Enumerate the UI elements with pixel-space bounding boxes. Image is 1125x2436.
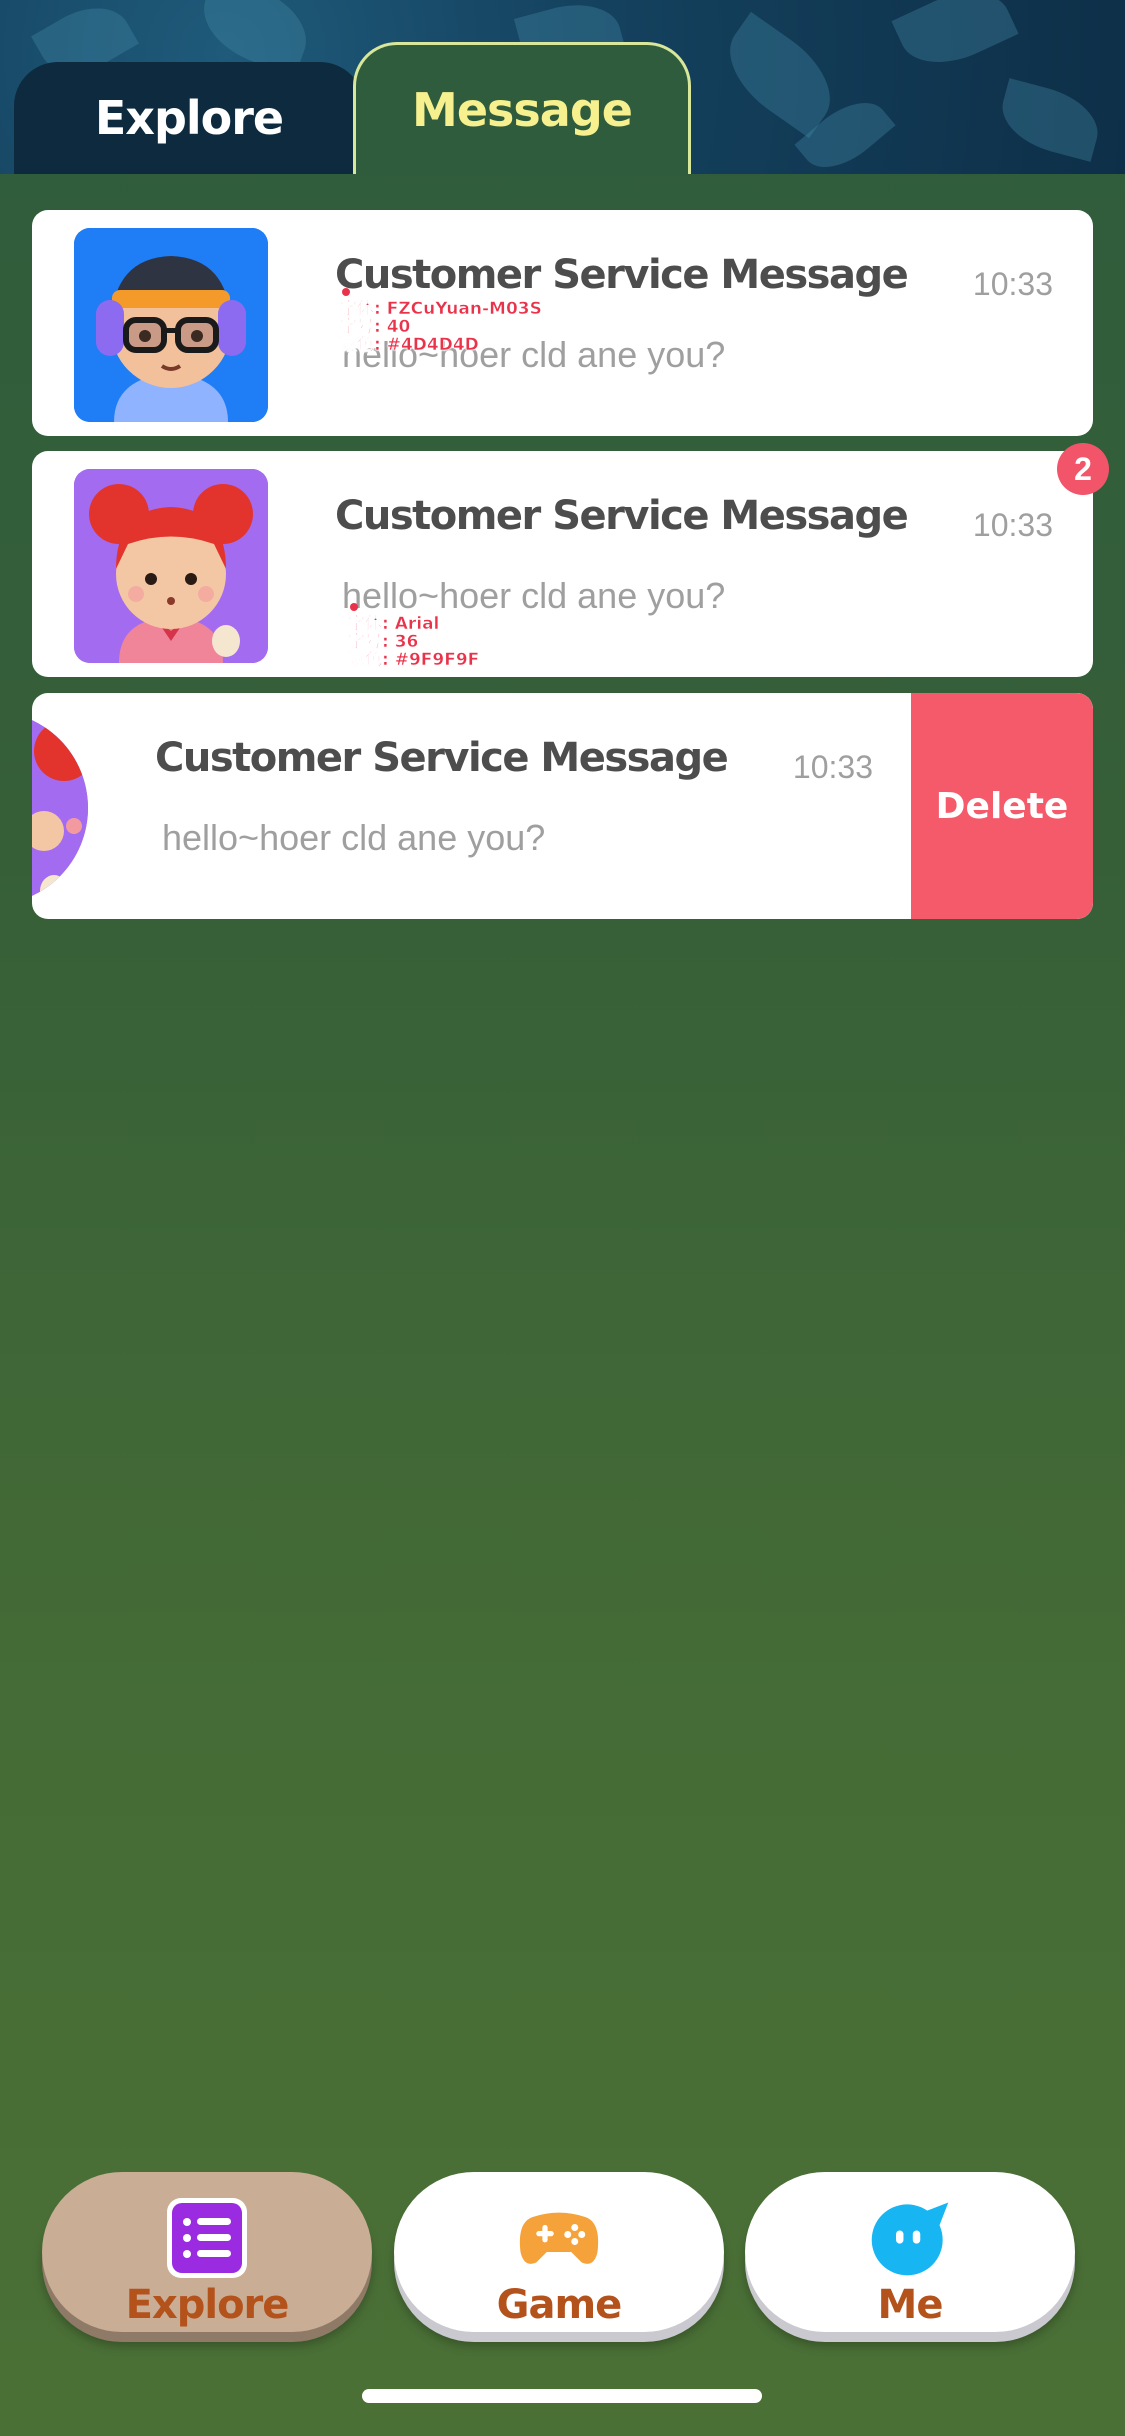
unread-badge: 2 bbox=[1057, 443, 1109, 495]
nav-label: Explore bbox=[125, 2282, 290, 2328]
nav-explore-button[interactable]: Explore bbox=[42, 2172, 372, 2332]
delete-button[interactable]: Delete bbox=[911, 693, 1093, 919]
design-annotation: 字体: Arial 字号: 36 颜色: #9F9F9F bbox=[348, 614, 480, 670]
list-icon bbox=[165, 2196, 249, 2280]
message-time: 10:33 bbox=[792, 749, 873, 785]
message-title: Customer Service Message bbox=[335, 252, 909, 298]
design-annotation: 字体: FZCuYuan-M03S 字号: 40 颜色: #4D4D4D bbox=[340, 299, 542, 355]
message-title: Customer Service Message bbox=[335, 493, 909, 539]
tab-message[interactable]: Message bbox=[353, 42, 691, 174]
message-time: 10:33 bbox=[972, 507, 1053, 543]
nav-me-button[interactable]: Me bbox=[745, 2172, 1075, 2332]
message-list-item[interactable]: Customer Service Message 10:33 hello~hoe… bbox=[32, 451, 1093, 677]
nav-label: Game bbox=[496, 2282, 623, 2328]
gamepad-icon bbox=[517, 2196, 601, 2280]
background-leaf bbox=[891, 0, 1019, 81]
nav-game-button[interactable]: Game bbox=[394, 2172, 724, 2332]
chat-bubble-face-icon bbox=[868, 2196, 952, 2280]
top-header: Explore Message bbox=[0, 0, 1125, 174]
girl-red-hair-avatar bbox=[32, 711, 88, 905]
message-list-item[interactable]: Customer Service Message 10:33 hello~hoe… bbox=[32, 210, 1093, 436]
message-time: 10:33 bbox=[972, 266, 1053, 302]
girl-red-hair-avatar bbox=[74, 469, 268, 663]
tab-explore[interactable]: Explore bbox=[14, 62, 364, 174]
message-preview: hello~hoer cld ane you? bbox=[342, 575, 726, 616]
message-title: Customer Service Message bbox=[155, 735, 729, 781]
background-leaf bbox=[993, 78, 1107, 162]
annotation-marker bbox=[350, 603, 358, 611]
swiped-message-content[interactable]: Customer Service Message 10:33 hello~hoe… bbox=[32, 693, 913, 919]
home-indicator[interactable] bbox=[362, 2389, 762, 2403]
nav-label: Me bbox=[877, 2282, 944, 2328]
message-list-item-swiped[interactable]: Customer Service Message 10:33 hello~hoe… bbox=[32, 693, 1093, 919]
boy-with-headphones-avatar bbox=[74, 228, 268, 422]
message-preview: hello~hoer cld ane you? bbox=[162, 817, 546, 858]
annotation-marker bbox=[342, 288, 350, 296]
